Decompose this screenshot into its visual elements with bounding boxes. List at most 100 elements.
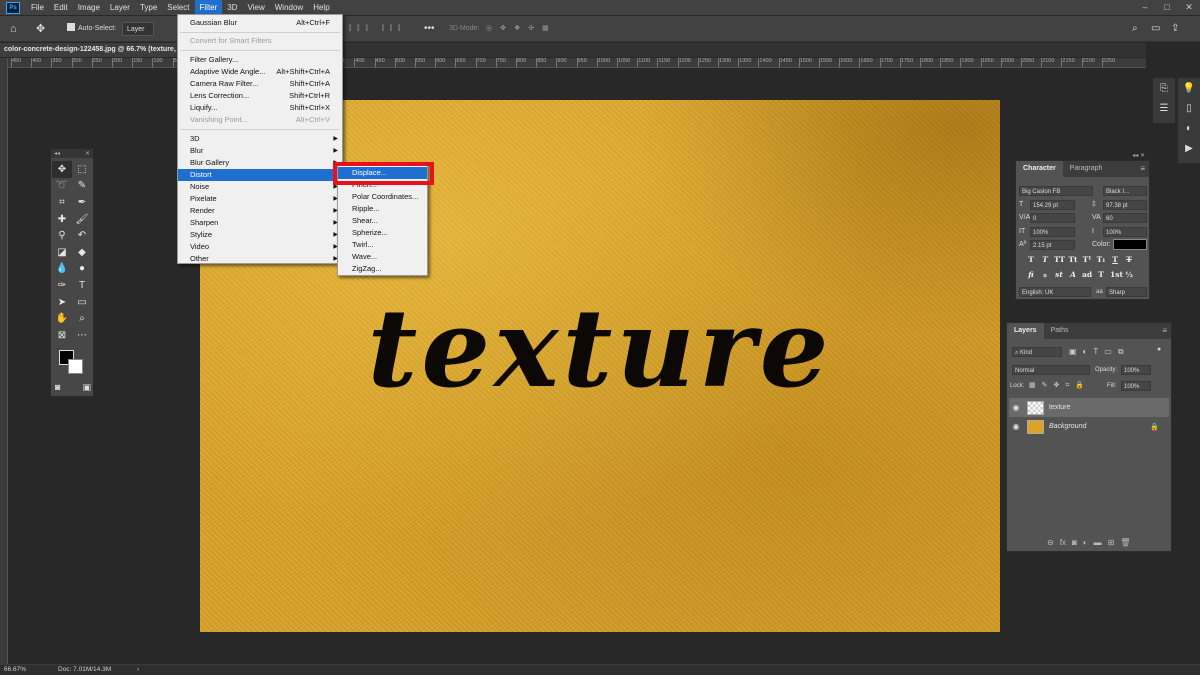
layer-row-background[interactable]: ◉ Background 🔒 [1009, 417, 1169, 436]
path-select-icon[interactable]: ➤ [52, 294, 72, 311]
photoshop-logo-icon[interactable]: Ps [6, 1, 20, 14]
menu-item-shear[interactable]: Shear... [338, 215, 427, 227]
faux-bold-button[interactable]: T [1026, 255, 1036, 265]
tab-layers[interactable]: Layers [1007, 323, 1044, 339]
visibility-eye-icon[interactable]: ◉ [1009, 422, 1023, 431]
type-tool-icon[interactable]: T [72, 277, 92, 294]
all-caps-button[interactable]: TT [1054, 255, 1065, 265]
menu-window[interactable]: Window [270, 0, 308, 15]
panel-menu-icon[interactable]: ≡ [1140, 164, 1145, 173]
text-color-swatch[interactable] [1113, 239, 1147, 250]
menu-item-lens-correction[interactable]: Lens Correction... Shift+Ctrl+R [178, 90, 342, 102]
menu-item-wave[interactable]: Wave... [338, 251, 427, 263]
menu-item-adaptive-wide-angle[interactable]: Adaptive Wide Angle... Alt+Shift+Ctrl+A [178, 66, 342, 78]
adjustments-icon[interactable]: ◐ [1178, 118, 1200, 138]
menu-item-camera-raw[interactable]: Camera Raw Filter... Shift+Ctrl+A [178, 78, 342, 90]
rectangle-tool-icon[interactable]: ▭ [72, 294, 92, 311]
kerning-field[interactable]: 0 [1030, 213, 1075, 223]
close-button[interactable]: ✕ [1178, 0, 1200, 15]
horizontal-scale-field[interactable]: 100% [1103, 227, 1147, 237]
menu-layer[interactable]: Layer [105, 0, 135, 15]
swash-button[interactable]: A [1068, 270, 1078, 280]
subscript-button[interactable]: T₁ [1096, 255, 1106, 265]
blend-mode-select[interactable]: Normal [1012, 365, 1090, 375]
layer-row-texture[interactable]: ◉ texture [1009, 398, 1169, 417]
eyedropper-tool-icon[interactable]: ✒ [72, 194, 92, 211]
libraries-icon[interactable]: ▯ [1178, 98, 1200, 118]
layer-kind-filter[interactable]: ⌕ Kind [1012, 347, 1062, 357]
link-layers-icon[interactable]: ⊖ [1047, 538, 1054, 547]
panel-collapse-icon[interactable]: ◂◂ ✕ [1132, 152, 1145, 159]
underline-button[interactable]: T [1110, 255, 1120, 265]
menu-item-zigzag[interactable]: ZigZag... [338, 263, 427, 275]
delete-layer-icon[interactable]: 🗑 [1120, 538, 1130, 547]
marquee-tool-icon[interactable]: ⬚ [72, 161, 92, 178]
more-tools-icon[interactable]: ⋯ [72, 327, 92, 344]
menu-view[interactable]: View [243, 0, 270, 15]
vertical-scale-field[interactable]: 100% [1030, 227, 1075, 237]
clone-stamp-icon[interactable]: ⚲ [52, 227, 72, 244]
3d-mode-icons[interactable]: ◎✥❖✣▦ [486, 22, 557, 36]
tools-panel-grip[interactable]: ◂◂ ✕ [51, 149, 93, 158]
menu-item-sharpen[interactable]: Sharpen ▶ [178, 217, 342, 229]
menu-item-last-filter[interactable]: Gaussian Blur Alt+Ctrl+F [178, 17, 342, 29]
blur-tool-icon[interactable]: 💧 [52, 261, 72, 278]
paint-bucket-icon[interactable]: ◆ [72, 244, 92, 261]
faux-italic-button[interactable]: T [1040, 255, 1050, 265]
tab-paragraph[interactable]: Paragraph [1063, 161, 1110, 177]
tab-character[interactable]: Character [1016, 161, 1063, 177]
menu-item-pixelate[interactable]: Pixelate ▶ [178, 193, 342, 205]
font-style-select[interactable]: Black I... [1103, 186, 1147, 196]
menu-item-filter-gallery[interactable]: Filter Gallery... [178, 54, 342, 66]
quick-select-tool-icon[interactable]: ✎ [72, 178, 92, 195]
move-tool-icon[interactable]: ✥ [52, 161, 72, 178]
menu-3d[interactable]: 3D [222, 0, 242, 15]
menu-item-video[interactable]: Video ▶ [178, 241, 342, 253]
menu-help[interactable]: Help [308, 0, 334, 15]
edit-toolbar-icon[interactable]: ⊠ [52, 327, 72, 344]
menu-select[interactable]: Select [162, 0, 194, 15]
color-swatches[interactable] [59, 348, 89, 376]
menu-item-render[interactable]: Render ▶ [178, 205, 342, 217]
auto-select-checkbox[interactable]: Auto-Select: [67, 22, 116, 36]
new-layer-icon[interactable]: ⊞ [1108, 538, 1115, 547]
history-icon[interactable]: ⎘ [1153, 78, 1175, 98]
menu-item-other[interactable]: Other ▶ [178, 253, 342, 265]
strikethrough-button[interactable]: T [1124, 255, 1134, 265]
crop-tool-icon[interactable]: ⌗ [52, 194, 72, 211]
canvas-text-layer[interactable]: texture [200, 295, 1000, 403]
antialias-select[interactable]: Sharp [1106, 287, 1147, 297]
menu-item-blur-gallery[interactable]: Blur Gallery ▶ [178, 157, 342, 169]
new-group-icon[interactable]: ▬ [1094, 538, 1102, 547]
ligatures-button[interactable]: fi [1026, 270, 1036, 280]
adjustment-layer-icon[interactable]: ◐ [1083, 538, 1088, 547]
leading-field[interactable]: 97.38 pt [1103, 200, 1147, 210]
discretionary-ligatures-button[interactable]: st [1054, 270, 1064, 280]
lasso-tool-icon[interactable]: ➰ [52, 178, 72, 195]
document-tab[interactable]: color-concrete-design-122458.jpg @ 66.7%… [0, 43, 178, 57]
stylistic-alternates-button[interactable]: ad [1082, 270, 1092, 280]
screen-mode-icon[interactable]: ▣ [82, 382, 91, 393]
search-icon[interactable]: ⌕ [1132, 22, 1138, 36]
menu-filter[interactable]: Filter [194, 0, 223, 15]
doc-info[interactable]: Doc: 7.01M/14.3M [58, 665, 111, 675]
eraser-tool-icon[interactable]: ◪ [52, 244, 72, 261]
superscript-button[interactable]: T¹ [1082, 255, 1092, 265]
menu-item-twirl[interactable]: Twirl... [338, 239, 427, 251]
ordinals-button[interactable]: 1st [1110, 270, 1123, 280]
maximize-button[interactable]: □ [1156, 0, 1178, 15]
titling-alternates-button[interactable]: T [1096, 270, 1106, 280]
fill-field[interactable]: 100% [1121, 381, 1151, 391]
menu-item-polar-coordinates[interactable]: Polar Coordinates... [338, 191, 427, 203]
more-options-icon[interactable]: ••• [424, 22, 435, 36]
status-arrow-icon[interactable]: › [137, 665, 139, 675]
language-select[interactable]: English: UK [1019, 287, 1091, 297]
opacity-field[interactable]: 100% [1121, 365, 1151, 375]
layer-filter-icons[interactable]: ▣◐T▭⧉ [1069, 347, 1130, 357]
play-icon[interactable]: ▶ [1178, 138, 1200, 158]
menu-item-ripple[interactable]: Ripple... [338, 203, 427, 215]
pen-tool-icon[interactable]: ✑ [52, 277, 72, 294]
auto-select-dropdown[interactable]: Layer [122, 22, 154, 36]
layer-name[interactable]: Background [1049, 423, 1086, 430]
fx-icon[interactable]: fx [1060, 538, 1066, 547]
